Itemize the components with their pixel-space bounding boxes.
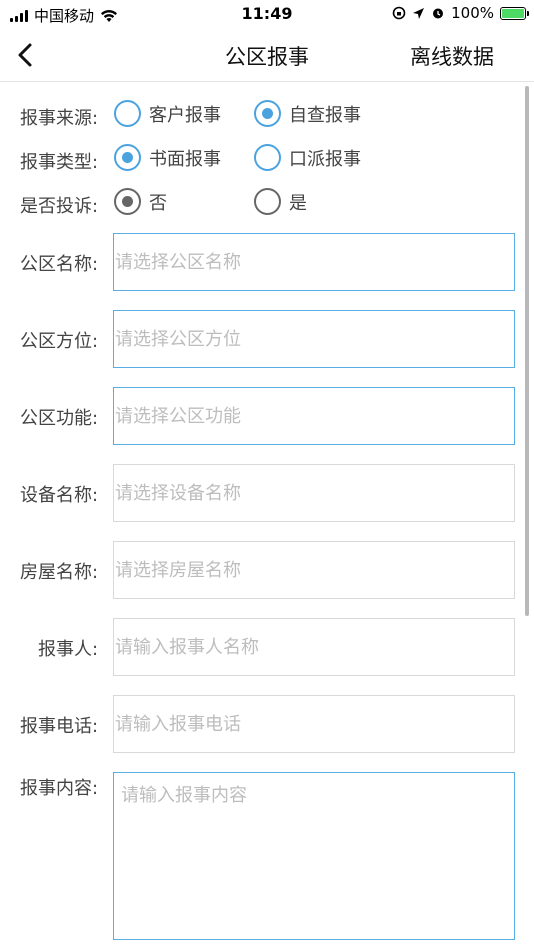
offline-data-button[interactable]: 离线数据: [410, 41, 494, 71]
battery-icon: [500, 6, 529, 20]
complaint-label: 是否投诉:: [20, 196, 99, 217]
area-function-label: 公区功能:: [20, 408, 99, 429]
house-name-row: 房屋名称:: [0, 541, 534, 599]
area-function-input[interactable]: [113, 387, 515, 445]
option-label: 客户报事: [149, 104, 221, 126]
area-position-input[interactable]: [113, 310, 515, 368]
alarm-icon: [433, 8, 444, 19]
radio-unchecked-icon[interactable]: [114, 100, 141, 127]
area-name-label: 公区名称:: [20, 254, 99, 275]
device-name-row: 设备名称:: [0, 464, 534, 522]
nav-bar: 公区报事 离线数据: [0, 28, 534, 82]
radio-unchecked-icon[interactable]: [254, 144, 281, 171]
device-name-input[interactable]: [113, 464, 515, 522]
complaint-option-yes[interactable]: 是: [254, 188, 307, 215]
complaint-row: 是否投诉: 否 是: [0, 188, 534, 218]
report-type-option-written[interactable]: 书面报事: [114, 144, 221, 171]
house-name-label: 房屋名称:: [20, 562, 99, 583]
status-right: 100%: [392, 4, 529, 22]
option-label: 口派报事: [289, 148, 361, 170]
report-type-option-verbal[interactable]: 口派报事: [254, 144, 361, 171]
battery-percent: 100%: [451, 4, 494, 22]
radio-checked-icon[interactable]: [114, 144, 141, 171]
option-label: 书面报事: [149, 148, 221, 170]
area-name-input[interactable]: [113, 233, 515, 291]
radio-unchecked-icon[interactable]: [254, 188, 281, 215]
report-source-option-customer[interactable]: 客户报事: [114, 100, 221, 127]
phone-row: 报事电话:: [0, 695, 534, 753]
option-label: 是: [289, 192, 307, 214]
house-name-input[interactable]: [113, 541, 515, 599]
area-position-row: 公区方位:: [0, 310, 534, 368]
reporter-label: 报事人:: [38, 639, 99, 660]
area-name-row: 公区名称:: [0, 233, 534, 291]
reporter-input[interactable]: [113, 618, 515, 676]
location-icon: [413, 7, 425, 19]
report-type-label: 报事类型:: [20, 152, 99, 173]
device-name-label: 设备名称:: [20, 485, 99, 506]
content-label: 报事内容:: [20, 778, 99, 799]
report-source-row: 报事来源: 客户报事 自查报事: [0, 100, 534, 130]
report-source-option-self[interactable]: 自查报事: [254, 100, 361, 127]
report-source-label: 报事来源:: [20, 108, 99, 129]
content-textarea[interactable]: [113, 772, 515, 940]
orientation-lock-icon: [392, 6, 406, 20]
area-function-row: 公区功能:: [0, 387, 534, 445]
radio-checked-icon[interactable]: [254, 100, 281, 127]
option-label: 否: [149, 192, 167, 214]
report-type-row: 报事类型: 书面报事 口派报事: [0, 144, 534, 174]
radio-checked-icon[interactable]: [114, 188, 141, 215]
area-position-label: 公区方位:: [20, 331, 99, 352]
complaint-option-no[interactable]: 否: [114, 188, 167, 215]
reporter-row: 报事人:: [0, 618, 534, 676]
phone-label: 报事电话:: [20, 716, 99, 737]
option-label: 自查报事: [289, 104, 361, 126]
status-bar: 中国移动 11:49 100%: [0, 0, 534, 28]
phone-input[interactable]: [113, 695, 515, 753]
